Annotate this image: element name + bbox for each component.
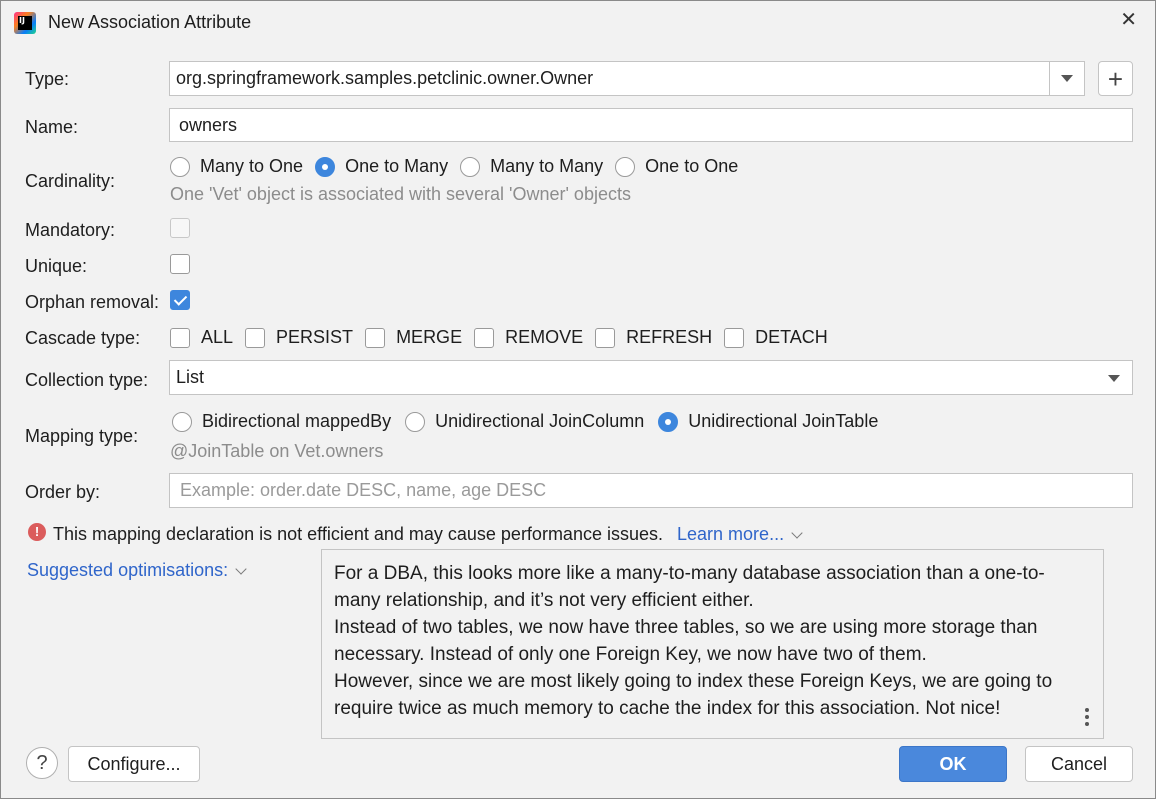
chevron-down-icon <box>1061 75 1073 82</box>
checkbox-label: ALL <box>201 327 234 347</box>
mapping-type-radio-group: Bidirectional mappedBy Unidirectional Jo… <box>172 411 890 432</box>
cascade-options: ALL PERSIST MERGE REMOVE REFRESH DETACH <box>170 327 840 348</box>
name-input[interactable]: owners <box>169 108 1133 142</box>
collection-type-select[interactable]: List <box>169 360 1133 395</box>
cardinality-radio-group: Many to One One to Many Many to Many One… <box>170 156 750 177</box>
orphan-removal-label: Orphan removal: <box>25 292 160 312</box>
radio-label: One to One <box>645 156 739 176</box>
cardinality-many-to-many[interactable]: Many to Many <box>460 156 603 177</box>
checkbox[interactable] <box>170 327 190 348</box>
more-options-icon[interactable] <box>1085 708 1089 726</box>
learn-more-link[interactable]: Learn more... <box>677 524 803 544</box>
chevron-down-icon <box>235 563 247 575</box>
cascade-type-label: Cascade type: <box>25 328 141 348</box>
cancel-button[interactable]: Cancel <box>1025 746 1133 782</box>
warning-text: This mapping declaration is not efficien… <box>53 524 663 544</box>
configure-button[interactable]: Configure... <box>68 746 200 782</box>
mandatory-checkbox[interactable] <box>170 218 190 238</box>
radio-label: One to Many <box>345 156 449 176</box>
chevron-down-icon <box>1108 375 1120 382</box>
order-by-label: Order by: <box>25 482 101 502</box>
cascade-persist[interactable]: PERSIST <box>245 327 353 348</box>
cardinality-one-to-one[interactable]: One to One <box>615 156 738 177</box>
cascade-remove[interactable]: REMOVE <box>474 327 583 348</box>
checkbox-label: REFRESH <box>626 327 713 347</box>
suggestion-paragraph: However, since we are most likely going … <box>334 671 1053 719</box>
radio-button[interactable] <box>172 411 192 432</box>
close-icon[interactable]: ✕ <box>1120 7 1137 32</box>
cardinality-many-to-one[interactable]: Many to One <box>170 156 303 177</box>
suggestion-text-box[interactable]: For a DBA, this looks more like a many-t… <box>321 549 1104 739</box>
learn-more-text: Learn more... <box>677 524 785 544</box>
suggestion-paragraph: Instead of two tables, we now have three… <box>334 617 1038 665</box>
cascade-detach[interactable]: DETACH <box>724 327 828 348</box>
unique-label: Unique: <box>25 256 88 276</box>
radio-button[interactable] <box>615 156 636 177</box>
orphan-removal-checkbox[interactable] <box>170 290 190 310</box>
cardinality-hint: One 'Vet' object is associated with seve… <box>170 184 631 204</box>
checkbox-label: DETACH <box>755 327 828 347</box>
cascade-merge[interactable]: MERGE <box>365 327 462 348</box>
intellij-app-icon: IJ <box>14 12 36 34</box>
type-label: Type: <box>25 69 70 89</box>
checkbox[interactable] <box>724 327 745 348</box>
suggestion-paragraph: For a DBA, this looks more like a many-t… <box>334 563 1045 611</box>
cascade-refresh[interactable]: REFRESH <box>595 327 712 348</box>
order-by-placeholder: Example: order.date DESC, name, age DESC <box>180 480 547 500</box>
mapping-type-label: Mapping type: <box>25 426 139 446</box>
order-by-input[interactable]: Example: order.date DESC, name, age DESC <box>169 473 1133 508</box>
cardinality-one-to-many[interactable]: One to Many <box>315 156 448 177</box>
radio-button-selected[interactable] <box>658 411 679 432</box>
checkbox-label: MERGE <box>396 327 463 347</box>
radio-button[interactable] <box>460 156 481 177</box>
radio-label: Unidirectional JoinColumn <box>435 411 645 431</box>
suggested-optimisations-toggle[interactable]: Suggested optimisations: <box>27 560 247 581</box>
radio-button[interactable] <box>405 411 426 432</box>
radio-label: Many to One <box>200 156 304 176</box>
mandatory-label: Mandatory: <box>25 220 116 240</box>
checkbox[interactable] <box>595 327 616 348</box>
collection-type-value: List <box>176 367 205 387</box>
help-button[interactable]: ? <box>26 747 58 779</box>
mapping-unidirectional-jointable[interactable]: Unidirectional JoinTable <box>658 411 878 432</box>
type-dropdown-button[interactable] <box>1049 62 1084 95</box>
title-bar: IJ New Association Attribute ✕ <box>1 1 1155 45</box>
chevron-down-icon <box>791 527 803 539</box>
checkbox-label: REMOVE <box>505 327 584 347</box>
ok-button[interactable]: OK <box>899 746 1007 782</box>
name-label: Name: <box>25 117 79 137</box>
error-icon: ! <box>28 523 46 541</box>
mapping-unidirectional-joincolumn[interactable]: Unidirectional JoinColumn <box>405 411 644 432</box>
unique-checkbox[interactable] <box>170 254 190 274</box>
add-type-button[interactable]: + <box>1098 61 1133 96</box>
radio-label: Bidirectional mappedBy <box>202 411 392 431</box>
checkbox[interactable] <box>474 327 495 348</box>
collection-type-label: Collection type: <box>25 370 149 390</box>
mapping-type-hint: @JoinTable on Vet.owners <box>170 441 384 461</box>
app-icon-text: IJ <box>18 16 32 30</box>
radio-button[interactable] <box>170 156 190 177</box>
checkbox[interactable] <box>365 327 386 348</box>
type-value: org.springframework.samples.petclinic.ow… <box>176 68 594 88</box>
cardinality-label: Cardinality: <box>25 171 116 191</box>
dialog: IJ New Association Attribute ✕ Type: org… <box>0 0 1156 799</box>
cascade-all[interactable]: ALL <box>170 327 233 348</box>
radio-label: Many to Many <box>490 156 604 176</box>
checkbox[interactable] <box>245 327 266 348</box>
radio-label: Unidirectional JoinTable <box>688 411 879 431</box>
checkbox-label: PERSIST <box>276 327 354 347</box>
type-combo[interactable]: org.springframework.samples.petclinic.ow… <box>169 61 1085 96</box>
radio-button-selected[interactable] <box>315 156 336 177</box>
warning-message: This mapping declaration is not efficien… <box>53 524 803 545</box>
suggested-optimisations-label: Suggested optimisations: <box>27 560 229 580</box>
window-title: New Association Attribute <box>48 12 252 32</box>
name-value: owners <box>179 114 238 135</box>
mapping-bidirectional[interactable]: Bidirectional mappedBy <box>172 411 391 432</box>
